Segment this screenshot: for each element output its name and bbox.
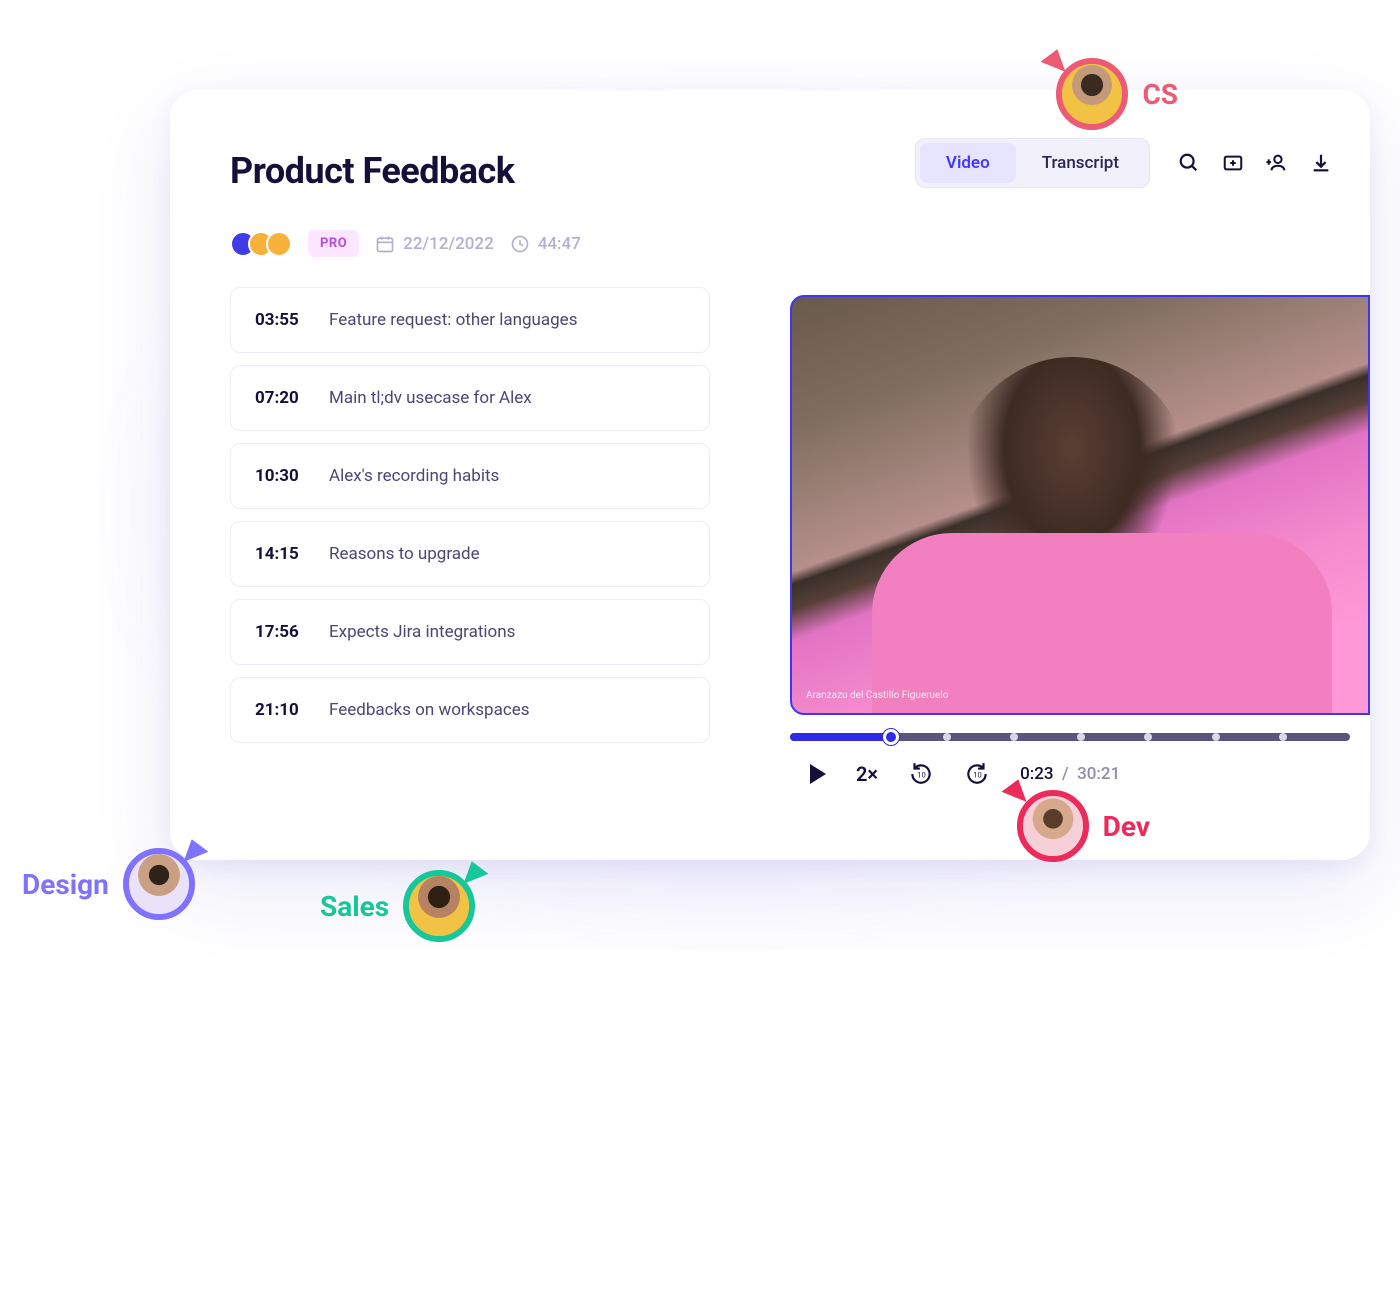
chapter-marker[interactable]: [1077, 733, 1085, 741]
chapter-label: Feature request: other languages: [329, 310, 577, 330]
forward-icon: 10: [964, 761, 990, 787]
chapter-item[interactable]: 03:55 Feature request: other languages: [230, 287, 710, 353]
time-current: 0:23: [1020, 764, 1053, 784]
speed-button[interactable]: 2×: [856, 762, 878, 786]
svg-text:10: 10: [917, 770, 926, 779]
video-caption: Aranzazu del Castillo Figueruelo: [806, 690, 948, 701]
progress-thumb[interactable]: [883, 729, 899, 745]
chapter-label: Alex's recording habits: [329, 466, 499, 486]
progress-bar[interactable]: [790, 733, 1350, 741]
cursor-icon: [1039, 49, 1066, 78]
chapter-time: 07:20: [255, 388, 307, 408]
role-label: CS: [1142, 78, 1178, 111]
download-icon[interactable]: [1310, 152, 1332, 174]
chapter-time: 14:15: [255, 544, 307, 564]
tab-transcript[interactable]: Transcript: [1016, 143, 1145, 183]
face-illustration: [409, 876, 469, 936]
avatar: [1056, 58, 1128, 130]
meeting-date: 22/12/2022: [375, 234, 494, 254]
player-controls: 2× 10 10 0:23 / 30:21: [790, 761, 1370, 787]
cursor-icon: [464, 861, 491, 890]
chapter-marker[interactable]: [1279, 733, 1287, 741]
avatar: [123, 848, 195, 920]
avatar: [403, 870, 475, 942]
feedback-card: Product Feedback Video Transcript: [170, 90, 1370, 860]
chapter-item[interactable]: 07:20 Main tl;dv usecase for Alex: [230, 365, 710, 431]
avatar: [1017, 790, 1089, 862]
play-icon: [810, 764, 826, 784]
face-illustration: [1023, 796, 1083, 856]
role-label: Design: [22, 868, 109, 901]
role-label: Sales: [320, 890, 389, 923]
chapter-label: Reasons to upgrade: [329, 544, 480, 564]
pro-badge: PRO: [308, 230, 359, 257]
clock-icon: [510, 234, 530, 254]
chapter-marker[interactable]: [1212, 733, 1220, 741]
chapter-marker[interactable]: [943, 733, 951, 741]
role-badge-sales: Sales: [320, 870, 475, 942]
role-badge-dev: Dev: [1017, 790, 1150, 862]
role-label: Dev: [1103, 810, 1150, 843]
date-text: 22/12/2022: [403, 234, 494, 254]
svg-text:10: 10: [973, 770, 982, 779]
add-person-icon[interactable]: [1266, 152, 1288, 174]
forward-10-button[interactable]: 10: [964, 761, 990, 787]
chapter-marker[interactable]: [1144, 733, 1152, 741]
chapter-list: 03:55 Feature request: other languages 0…: [230, 287, 710, 743]
face-illustration: [129, 854, 189, 914]
rewind-icon: 10: [908, 761, 934, 787]
video-area: Aranzazu del Castillo Figueruelo 2× 10 1…: [790, 295, 1370, 787]
participant-avatars[interactable]: [230, 231, 292, 257]
chapter-time: 03:55: [255, 310, 307, 330]
role-badge-design: Design: [22, 848, 195, 920]
chapter-time: 21:10: [255, 700, 307, 720]
rewind-10-button[interactable]: 10: [908, 761, 934, 787]
play-button[interactable]: [810, 764, 826, 784]
folder-add-icon[interactable]: [1222, 152, 1244, 174]
action-icons: [1178, 152, 1332, 174]
chapter-label: Feedbacks on workspaces: [329, 700, 530, 720]
chapter-label: Main tl;dv usecase for Alex: [329, 388, 532, 408]
tab-video[interactable]: Video: [920, 143, 1016, 183]
time-sep: /: [1062, 764, 1069, 784]
time-total: 30:21: [1077, 764, 1120, 784]
face-illustration: [1062, 64, 1122, 124]
chapter-marker[interactable]: [1010, 733, 1018, 741]
timecode: 0:23 / 30:21: [1020, 764, 1120, 784]
chapter-item[interactable]: 17:56 Expects Jira integrations: [230, 599, 710, 665]
avatar: [266, 231, 292, 257]
chapter-time: 17:56: [255, 622, 307, 642]
chapter-label: Expects Jira integrations: [329, 622, 515, 642]
progress-fill: [790, 733, 891, 741]
header-right: Video Transcript: [915, 138, 1370, 188]
chapter-item[interactable]: 10:30 Alex's recording habits: [230, 443, 710, 509]
chapter-item[interactable]: 21:10 Feedbacks on workspaces: [230, 677, 710, 743]
meta-row: PRO 22/12/2022 44:47: [230, 230, 1370, 257]
calendar-icon: [375, 234, 395, 254]
duration-text: 44:47: [538, 234, 581, 254]
role-badge-cs: CS: [1056, 58, 1178, 130]
search-icon[interactable]: [1178, 152, 1200, 174]
chapter-item[interactable]: 14:15 Reasons to upgrade: [230, 521, 710, 587]
meeting-duration: 44:47: [510, 234, 581, 254]
tab-switch: Video Transcript: [915, 138, 1150, 188]
video-frame[interactable]: Aranzazu del Castillo Figueruelo: [790, 295, 1370, 715]
chapter-time: 10:30: [255, 466, 307, 486]
